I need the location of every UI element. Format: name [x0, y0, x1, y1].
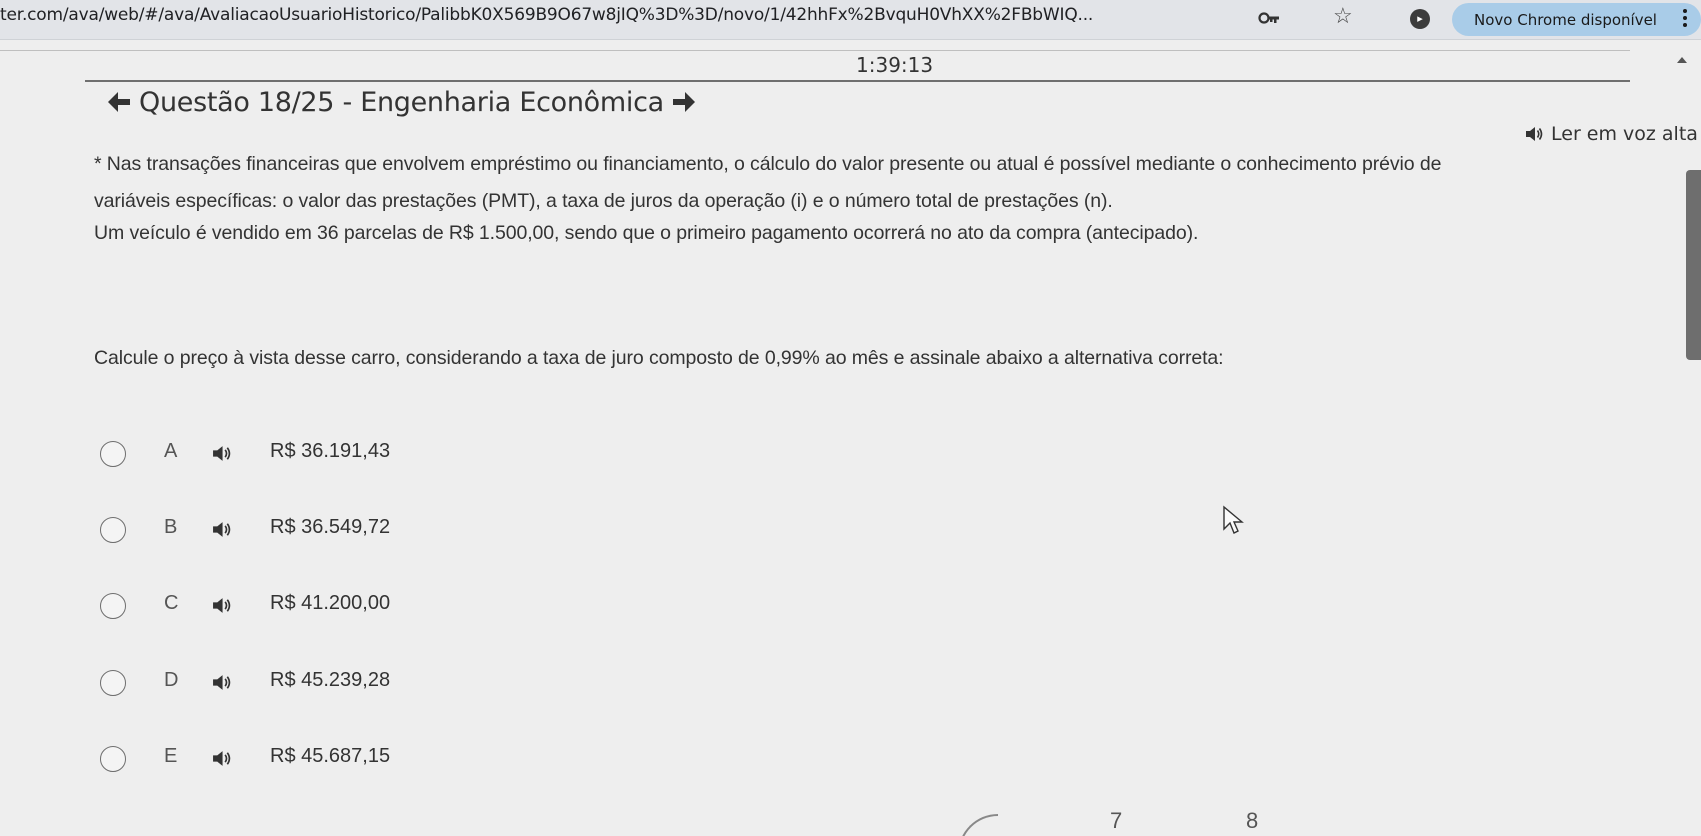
- question-title: Questão 18/25 - Engenharia Econômica: [139, 87, 664, 118]
- header-divider: [85, 80, 1630, 82]
- chrome-update-label: Novo Chrome disponível: [1474, 11, 1657, 29]
- speaker-icon[interactable]: [212, 750, 231, 767]
- radio-button[interactable]: [100, 670, 126, 696]
- question-paragraph: * Nas transações financeiras que envolve…: [94, 153, 1442, 175]
- answer-option-d[interactable]: D R$ 45.239,28: [100, 662, 700, 702]
- answer-option-b[interactable]: B R$ 36.549,72: [100, 509, 700, 549]
- chrome-update-button[interactable]: Novo Chrome disponível: [1452, 3, 1701, 36]
- radio-button[interactable]: [100, 517, 126, 543]
- previous-question-arrow-icon[interactable]: [106, 90, 132, 114]
- key-icon[interactable]: [1258, 8, 1280, 28]
- timer-divider: [0, 50, 1630, 51]
- speaker-icon[interactable]: [212, 445, 231, 462]
- next-question-arrow-icon[interactable]: [671, 90, 697, 114]
- radio-button[interactable]: [100, 441, 126, 467]
- speaker-icon[interactable]: [212, 674, 231, 691]
- option-letter: D: [164, 669, 179, 691]
- question-paragraph: variáveis específicas: o valor das prest…: [94, 190, 1113, 212]
- scroll-up-arrow-icon[interactable]: [1677, 57, 1687, 63]
- option-letter: B: [164, 516, 178, 538]
- mouse-cursor-icon: [1223, 505, 1244, 534]
- option-text: R$ 45.239,28: [270, 669, 391, 691]
- question-paragraph: Um veículo é vendido em 36 parcelas de R…: [94, 222, 1199, 244]
- browser-toolbar: ter.com/ava/web/#/ava/AvaliacaoUsuarioHi…: [0, 0, 1701, 40]
- address-bar[interactable]: ter.com/ava/web/#/ava/AvaliacaoUsuarioHi…: [0, 5, 1093, 25]
- option-text: R$ 36.191,43: [270, 440, 391, 462]
- menu-dots-icon[interactable]: [1683, 9, 1687, 31]
- page-number-7[interactable]: 7: [1110, 808, 1122, 834]
- read-aloud-label: Ler em voz alta: [1551, 123, 1698, 145]
- radio-button[interactable]: [100, 593, 126, 619]
- option-text: R$ 41.200,00: [270, 592, 391, 614]
- option-letter: A: [164, 440, 178, 462]
- extension-icon[interactable]: ▸: [1410, 9, 1430, 29]
- star-icon[interactable]: ☆: [1333, 3, 1353, 29]
- question-prompt: Calcule o preço à vista desse carro, con…: [94, 347, 1224, 369]
- option-letter: E: [164, 745, 178, 767]
- speaker-icon[interactable]: [212, 597, 231, 614]
- option-letter: C: [164, 592, 179, 614]
- pagination-arc: [958, 814, 998, 836]
- radio-button[interactable]: [100, 746, 126, 772]
- option-text: R$ 45.687,15: [270, 745, 391, 767]
- speaker-icon: [1526, 127, 1543, 141]
- scrollbar-thumb[interactable]: [1686, 170, 1701, 360]
- answer-option-a[interactable]: A R$ 36.191,43: [100, 433, 700, 473]
- exam-timer: 1:39:13: [856, 53, 934, 77]
- speaker-icon[interactable]: [212, 521, 231, 538]
- answer-option-c[interactable]: C R$ 41.200,00: [100, 585, 700, 625]
- read-aloud-button[interactable]: Ler em voz alta: [1525, 123, 1698, 145]
- answer-option-e[interactable]: E R$ 45.687,15: [100, 738, 700, 778]
- page-number-8[interactable]: 8: [1246, 808, 1258, 834]
- option-text: R$ 36.549,72: [270, 516, 391, 538]
